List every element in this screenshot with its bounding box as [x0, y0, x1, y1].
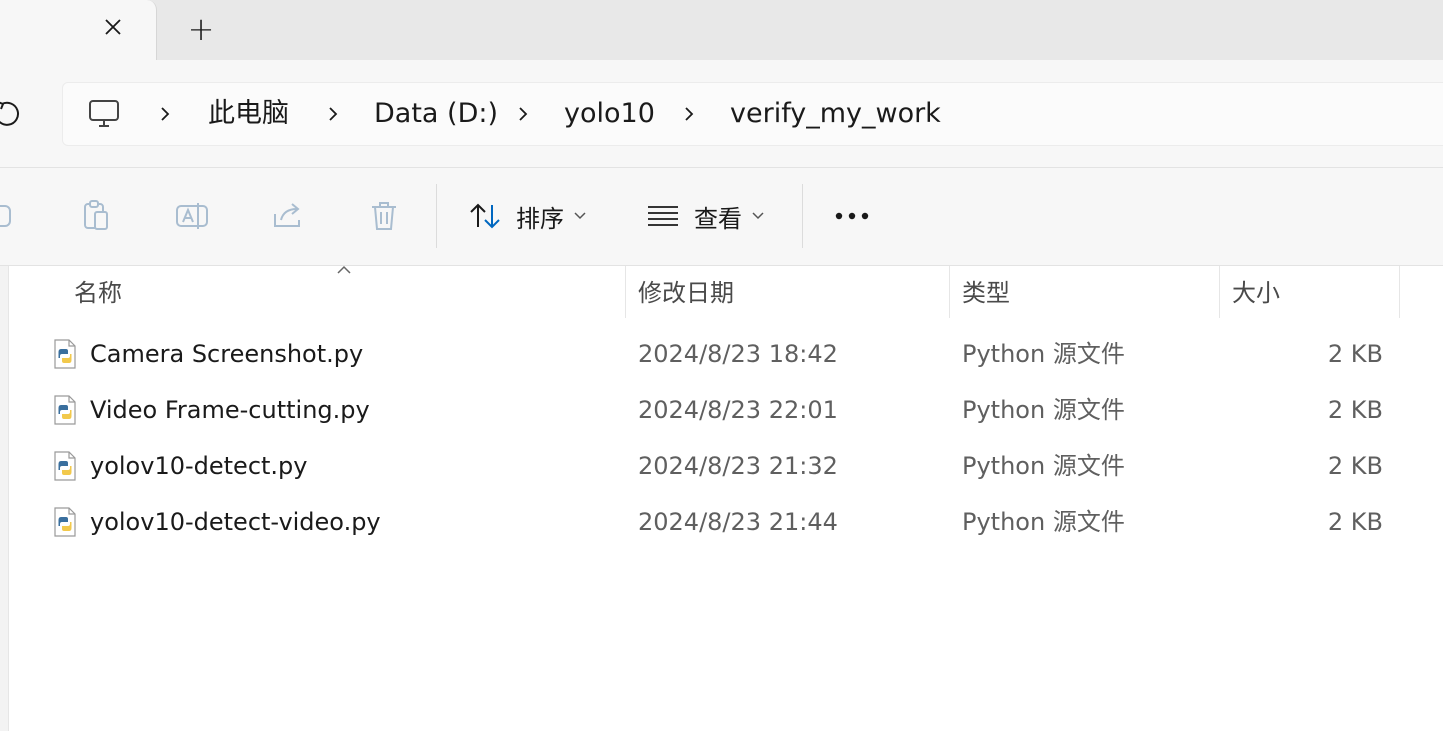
- view-list-icon: [648, 206, 678, 226]
- new-tab-button[interactable]: +: [182, 10, 220, 48]
- file-name[interactable]: yolov10-detect-video.py: [90, 494, 381, 550]
- file-name[interactable]: yolov10-detect.py: [90, 438, 308, 494]
- address-bar[interactable]: 此电脑 Data (D:) yolo10 verify_my_work: [62, 82, 1443, 146]
- refresh-icon[interactable]: [0, 96, 24, 132]
- tab-strip: +: [0, 0, 1443, 60]
- file-type: Python 源文件: [962, 396, 1125, 424]
- command-bar: 排序 查看: [0, 168, 1443, 266]
- python-file-icon: [54, 507, 76, 537]
- file-size: 2 KB: [1327, 396, 1383, 424]
- breadcrumb-current-folder[interactable]: verify_my_work: [730, 83, 941, 145]
- view-button[interactable]: 查看: [646, 196, 764, 236]
- plus-icon: +: [187, 10, 215, 48]
- sort-arrows-icon: [470, 203, 500, 229]
- delete-icon[interactable]: [366, 198, 402, 234]
- file-row[interactable]: yolov10-detect-video.py 2024/8/23 21:44 …: [9, 494, 1443, 550]
- column-header-name[interactable]: 名称: [62, 266, 625, 318]
- file-size: 2 KB: [1327, 508, 1383, 536]
- column-divider[interactable]: [1399, 266, 1400, 318]
- file-size: 2 KB: [1327, 452, 1383, 480]
- more-options-icon[interactable]: [834, 198, 870, 234]
- paste-icon[interactable]: [78, 198, 114, 234]
- sort-label: 排序: [516, 204, 564, 233]
- file-modified: 2024/8/23 21:44: [638, 508, 838, 536]
- share-icon[interactable]: [270, 198, 306, 234]
- file-list: Camera Screenshot.py 2024/8/23 18:42 Pyt…: [9, 326, 1443, 550]
- toolbar-divider: [436, 184, 437, 248]
- file-modified: 2024/8/23 18:42: [638, 340, 838, 368]
- file-name[interactable]: Video Frame-cutting.py: [90, 382, 370, 438]
- breadcrumb-drive[interactable]: Data (D:): [374, 83, 498, 145]
- rename-icon[interactable]: [174, 198, 210, 234]
- file-type: Python 源文件: [962, 340, 1125, 368]
- chevron-down-icon: [574, 212, 586, 220]
- file-row[interactable]: Video Frame-cutting.py 2024/8/23 22:01 P…: [9, 382, 1443, 438]
- chevron-right-icon[interactable]: [511, 102, 535, 126]
- file-row[interactable]: Camera Screenshot.py 2024/8/23 18:42 Pyt…: [9, 326, 1443, 382]
- python-file-icon: [54, 451, 76, 481]
- breadcrumb-folder-yolo10[interactable]: yolo10: [564, 83, 655, 145]
- column-header-type[interactable]: 类型: [950, 266, 1219, 318]
- view-label: 查看: [694, 204, 742, 233]
- python-file-icon: [54, 395, 76, 425]
- chevron-right-icon[interactable]: [677, 102, 701, 126]
- navigation-pane-edge: [0, 266, 9, 731]
- column-header-size[interactable]: 大小: [1220, 266, 1399, 318]
- file-type: Python 源文件: [962, 452, 1125, 480]
- active-tab[interactable]: [0, 0, 157, 60]
- chevron-right-icon[interactable]: [321, 102, 345, 126]
- sort-button[interactable]: 排序: [468, 196, 586, 236]
- chevron-right-icon[interactable]: [153, 102, 177, 126]
- file-modified: 2024/8/23 21:32: [638, 452, 838, 480]
- close-tab-icon[interactable]: [96, 10, 130, 44]
- file-type: Python 源文件: [962, 508, 1125, 536]
- file-row[interactable]: yolov10-detect.py 2024/8/23 21:32 Python…: [9, 438, 1443, 494]
- column-header-row: 名称 修改日期 类型 大小: [9, 265, 1443, 318]
- monitor-icon[interactable]: [87, 97, 121, 131]
- breadcrumb-this-pc[interactable]: 此电脑: [208, 83, 289, 145]
- python-file-icon: [54, 339, 76, 369]
- file-modified: 2024/8/23 22:01: [638, 396, 838, 424]
- chevron-down-icon: [752, 212, 764, 220]
- copy-icon[interactable]: [0, 198, 18, 234]
- column-header-modified[interactable]: 修改日期: [626, 266, 949, 318]
- address-row: 此电脑 Data (D:) yolo10 verify_my_work: [0, 60, 1443, 168]
- toolbar-divider: [802, 184, 803, 248]
- file-size: 2 KB: [1327, 340, 1383, 368]
- file-name[interactable]: Camera Screenshot.py: [90, 326, 363, 382]
